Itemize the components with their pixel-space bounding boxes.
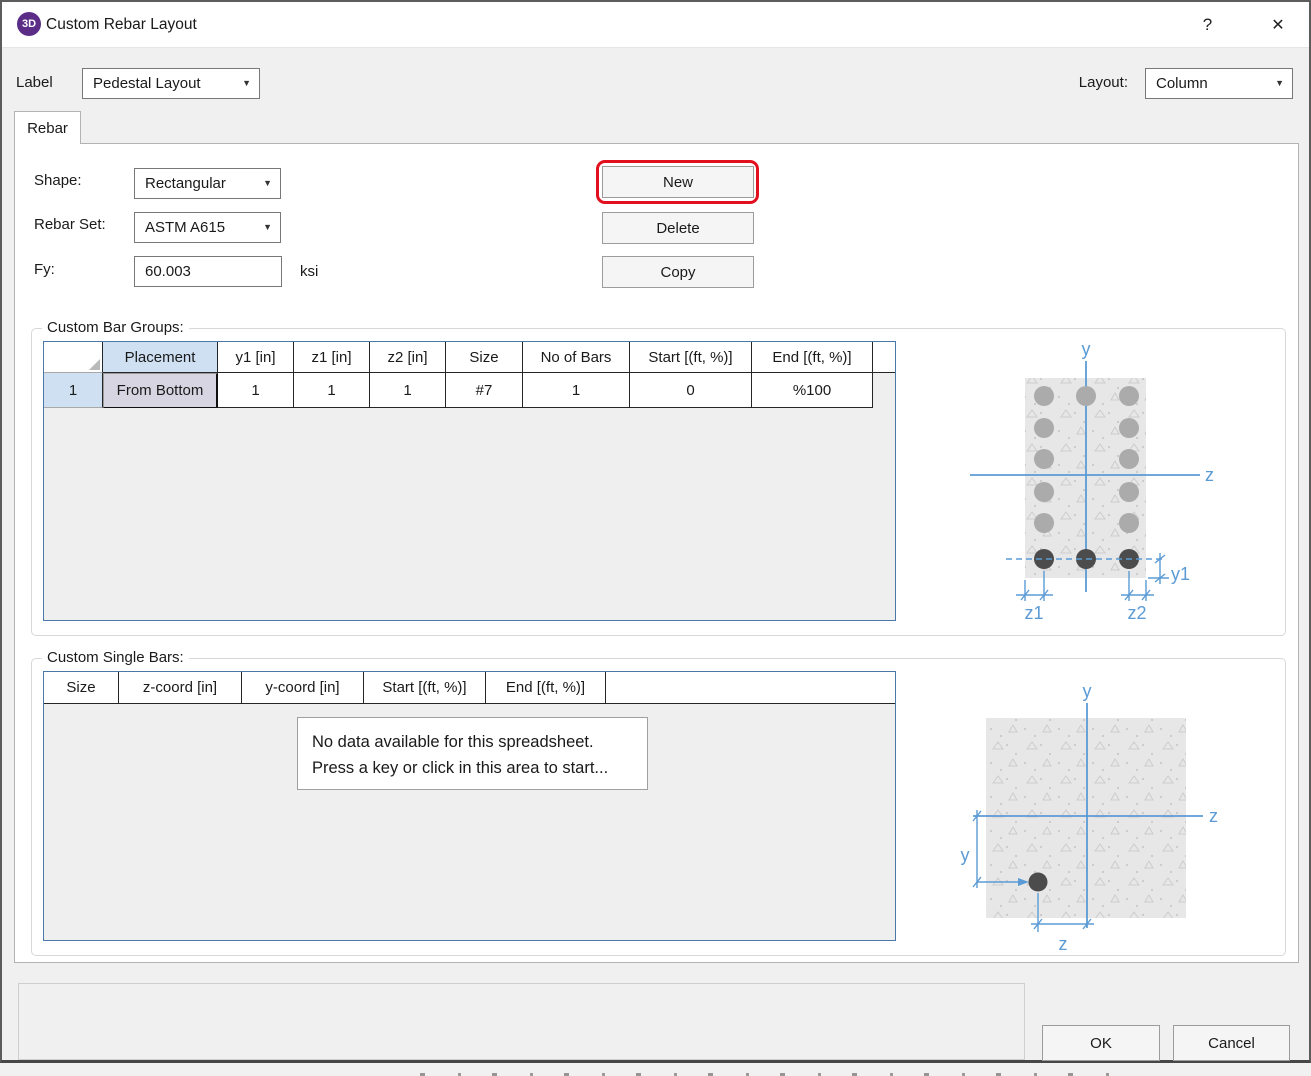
app-icon: 3D xyxy=(17,12,41,36)
rebar-set-dropdown-value: ASTM A615 xyxy=(145,219,225,236)
col-header-stub xyxy=(873,342,895,373)
tab-rebar[interactable]: Rebar xyxy=(14,111,81,144)
underlying-window-strip xyxy=(0,1063,1311,1076)
cell-placement[interactable]: From Bottom xyxy=(103,373,218,408)
dim-z-label: z xyxy=(1059,934,1068,954)
help-icon: ? xyxy=(1203,15,1212,35)
no-data-line-1: No data available for this spreadsheet. xyxy=(312,729,647,755)
delete-button[interactable]: Delete xyxy=(602,212,754,244)
copy-button-label: Copy xyxy=(660,264,695,281)
col-header-y-coord[interactable]: y-coord [in] xyxy=(242,672,364,704)
col-header-z1[interactable]: z1 [in] xyxy=(294,342,370,373)
cell-y1[interactable]: 1 xyxy=(218,373,294,408)
col-header-end[interactable]: End [(ft, %)] xyxy=(486,672,606,704)
app-icon-text: 3D xyxy=(22,18,36,30)
rebar-set-dropdown[interactable]: ASTM A615 ▼ xyxy=(134,212,281,243)
no-data-message: No data available for this spreadsheet. … xyxy=(297,717,648,790)
col-header-size[interactable]: Size xyxy=(446,342,523,373)
label-dropdown-value: Pedestal Layout xyxy=(93,75,201,92)
single-rebar-dot xyxy=(1029,873,1048,892)
col-header-no-of-bars[interactable]: No of Bars xyxy=(523,342,630,373)
fy-unit: ksi xyxy=(300,263,318,280)
shape-caption: Shape: xyxy=(34,172,82,189)
col-header-y1[interactable]: y1 [in] xyxy=(218,342,294,373)
info-box xyxy=(18,983,1025,1060)
cell-start[interactable]: 0 xyxy=(630,373,752,408)
single-bars-header-row: Size z-coord [in] y-coord [in] Start [(f… xyxy=(44,672,895,704)
ok-button-label: OK xyxy=(1090,1035,1112,1052)
col-header-z2[interactable]: z2 [in] xyxy=(370,342,446,373)
cell-z1[interactable]: 1 xyxy=(294,373,370,408)
bar-groups-row-1: 1 From Bottom 1 1 1 #7 1 0 %100 xyxy=(44,373,895,408)
chevron-down-icon: ▼ xyxy=(263,223,272,232)
dim-z2-label: z2 xyxy=(1127,603,1146,623)
dim-z1-label: z1 xyxy=(1024,603,1043,623)
shape-dropdown[interactable]: Rectangular ▼ xyxy=(134,168,281,199)
col-header-z-coord[interactable]: z-coord [in] xyxy=(119,672,242,704)
label-dropdown[interactable]: Pedestal Layout ▼ xyxy=(82,68,260,99)
axis-y-label: y xyxy=(1083,681,1092,701)
cell-no-of-bars[interactable]: 1 xyxy=(523,373,630,408)
ok-button[interactable]: OK xyxy=(1042,1025,1160,1061)
chevron-down-icon: ▼ xyxy=(1275,79,1284,88)
row-header-1[interactable]: 1 xyxy=(44,373,103,408)
layout-dropdown[interactable]: Column ▼ xyxy=(1145,68,1293,99)
cell-z2[interactable]: 1 xyxy=(370,373,446,408)
single-bars-section-diagram: y z y z xyxy=(953,671,1283,962)
col-header-end[interactable]: End [(ft, %)] xyxy=(752,342,873,373)
custom-rebar-layout-dialog: 3D Custom Rebar Layout ? ✕ Label Pedesta… xyxy=(0,0,1311,1063)
shape-dropdown-value: Rectangular xyxy=(145,175,226,192)
screen: 3D Custom Rebar Layout ? ✕ Label Pedesta… xyxy=(0,0,1311,1076)
window-title: Custom Rebar Layout xyxy=(46,2,197,47)
title-bar: 3D Custom Rebar Layout ? ✕ xyxy=(2,2,1309,48)
custom-single-bars-title: Custom Single Bars: xyxy=(42,649,189,666)
new-button-label: New xyxy=(663,174,693,191)
axis-z-label: z xyxy=(1209,806,1218,826)
new-button[interactable]: New xyxy=(602,166,754,198)
bar-groups-section-diagram: y z y1 xyxy=(953,339,1283,631)
cancel-button-label: Cancel xyxy=(1208,1035,1255,1052)
axis-z-label: z xyxy=(1205,465,1214,485)
select-all-corner-cell[interactable] xyxy=(44,342,103,373)
cancel-button[interactable]: Cancel xyxy=(1173,1025,1290,1061)
single-bars-spreadsheet[interactable]: Size z-coord [in] y-coord [in] Start [(f… xyxy=(43,671,896,941)
copy-button[interactable]: Copy xyxy=(602,256,754,288)
tab-rebar-label: Rebar xyxy=(27,120,68,137)
fy-input[interactable] xyxy=(134,256,282,287)
close-button[interactable]: ✕ xyxy=(1254,2,1302,47)
no-data-line-2: Press a key or click in this area to sta… xyxy=(312,755,647,781)
col-header-size[interactable]: Size xyxy=(44,672,119,704)
help-button[interactable]: ? xyxy=(1185,2,1230,47)
rebar-tab-panel: Shape: Rectangular ▼ Rebar Set: ASTM A61… xyxy=(14,143,1299,963)
custom-bar-groups-title: Custom Bar Groups: xyxy=(42,319,189,336)
dimension-y1 xyxy=(1148,553,1169,584)
cell-end[interactable]: %100 xyxy=(752,373,873,408)
fy-caption: Fy: xyxy=(34,261,55,278)
col-header-stub xyxy=(606,672,895,704)
bar-groups-spreadsheet[interactable]: Placement y1 [in] z1 [in] z2 [in] Size N… xyxy=(43,341,896,621)
cell-size[interactable]: #7 xyxy=(446,373,523,408)
delete-button-label: Delete xyxy=(656,220,699,237)
chevron-down-icon: ▼ xyxy=(263,179,272,188)
col-header-start[interactable]: Start [(ft, %)] xyxy=(364,672,486,704)
bar-groups-header-row: Placement y1 [in] z1 [in] z2 [in] Size N… xyxy=(44,342,895,373)
corner-triangle-icon xyxy=(89,359,100,370)
dim-y-label: y xyxy=(961,845,970,865)
close-icon: ✕ xyxy=(1271,15,1284,35)
col-header-placement[interactable]: Placement xyxy=(103,342,218,373)
rebar-set-caption: Rebar Set: xyxy=(34,216,106,233)
axis-y-label: y xyxy=(1082,339,1091,359)
col-header-start[interactable]: Start [(ft, %)] xyxy=(630,342,752,373)
chevron-down-icon: ▼ xyxy=(242,79,251,88)
dim-y1-label: y1 xyxy=(1171,564,1190,584)
layout-dropdown-value: Column xyxy=(1156,75,1208,92)
label-caption: Label xyxy=(16,74,53,91)
layout-caption: Layout: xyxy=(1052,74,1128,91)
